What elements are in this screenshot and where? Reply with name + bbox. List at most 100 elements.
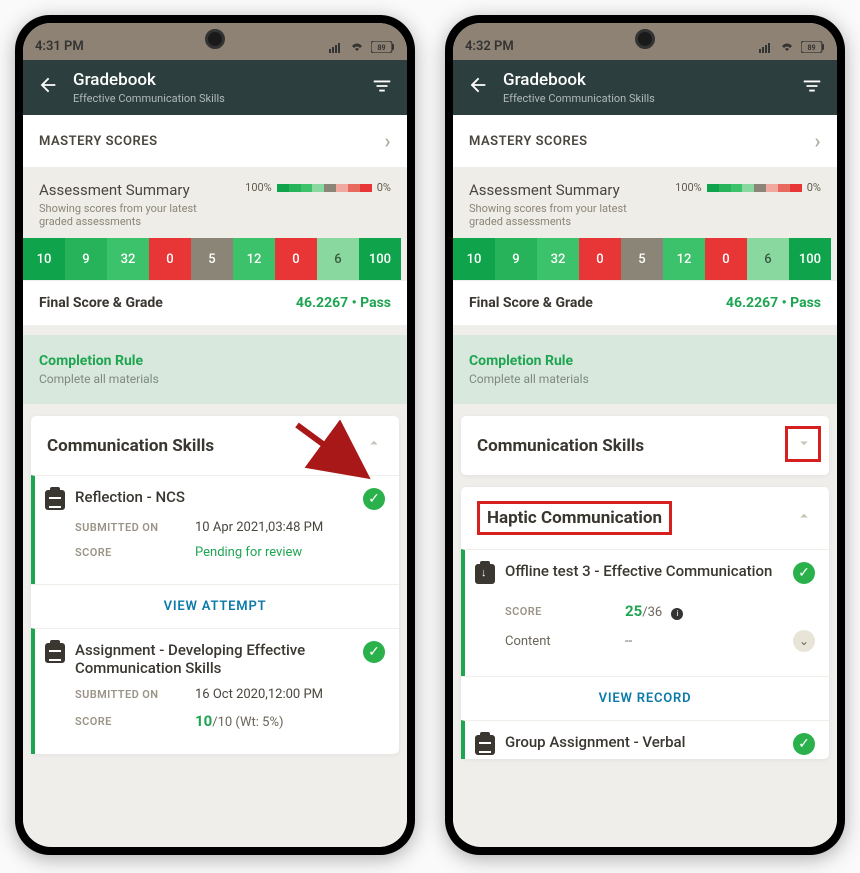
summary-desc: Showing scores from your latest graded a… (39, 202, 199, 228)
score-cell[interactable]: 10 (23, 238, 65, 280)
score-cell[interactable]: 100 (789, 238, 831, 280)
wifi-icon (779, 41, 795, 53)
view-record-link[interactable]: VIEW RECORD (461, 676, 829, 720)
content-value: -- (625, 634, 793, 649)
signal-icon (329, 41, 343, 53)
score-cell[interactable]: 32 (537, 238, 579, 280)
mastery-scores-row[interactable]: MASTERY SCORES › (453, 115, 837, 167)
svg-text:89: 89 (377, 44, 385, 52)
completion-title: Completion Rule (469, 353, 821, 369)
section-title: Communication Skills (47, 436, 214, 456)
score-cell[interactable]: 5 (191, 238, 233, 280)
score-cell[interactable]: 6 (317, 238, 359, 280)
section-header[interactable]: Haptic Communication (461, 487, 829, 549)
score-cell[interactable]: 6 (747, 238, 789, 280)
score-label: SCORE (75, 715, 195, 728)
section-card: Haptic Communication Offline test 3 - Ef… (461, 487, 829, 759)
app-header: Gradebook Effective Communication Skills (23, 60, 407, 115)
legend-min: 0% (377, 181, 391, 194)
assignment-icon (475, 735, 495, 755)
score-cell[interactable]: 12 (233, 238, 275, 280)
item-title: Reflection - NCS (75, 488, 353, 506)
list-item[interactable]: Offline test 3 - Effective Communication… (461, 549, 829, 676)
assignment-icon (45, 643, 65, 663)
score-value: 10/10 (Wt: 5%) (195, 712, 385, 730)
final-score-label: Final Score & Grade (39, 295, 163, 311)
content-area[interactable]: MASTERY SCORES › Assessment Summary Show… (453, 115, 837, 844)
submitted-value: 16 Oct 2020,12:00 PM (195, 687, 385, 702)
assessment-summary: Assessment Summary Showing scores from y… (453, 167, 837, 238)
score-strip[interactable]: 10932051206100 (23, 238, 407, 280)
completion-rule-block: Completion Rule Complete all materials (23, 335, 407, 404)
mastery-label: MASTERY SCORES (469, 134, 588, 149)
score-legend: 100% 0% (675, 181, 821, 194)
final-score-row: Final Score & Grade 46.2267 • Pass (453, 281, 837, 325)
status-icons: 89 (759, 41, 825, 53)
score-cell[interactable]: 9 (495, 238, 537, 280)
content-area[interactable]: MASTERY SCORES › Assessment Summary Show… (23, 115, 407, 844)
section-header[interactable]: Communication Skills (461, 416, 829, 475)
chevron-right-icon: › (814, 129, 821, 153)
section-title: Communication Skills (477, 436, 644, 456)
score-cell[interactable]: 0 (579, 238, 621, 280)
score-legend: 100% 0% (245, 181, 391, 194)
score-cell[interactable]: 0 (275, 238, 317, 280)
header-titles: Gradebook Effective Communication Skills (73, 70, 357, 105)
section-card: Communication Skills Reflection - NCS ✓ … (31, 416, 399, 754)
completion-desc: Complete all materials (39, 372, 391, 386)
status-time: 4:31 PM (35, 39, 84, 54)
header-titles: Gradebook Effective Communication Skills (503, 70, 787, 105)
check-icon: ✓ (793, 733, 815, 755)
score-strip[interactable]: 10932051206100 (453, 238, 837, 280)
app-header: Gradebook Effective Communication Skills (453, 60, 837, 115)
list-item[interactable]: Reflection - NCS ✓ SUBMITTED ON 10 Apr 2… (31, 475, 399, 584)
chevron-right-icon: › (384, 129, 391, 153)
summary-title: Assessment Summary (469, 181, 629, 199)
expand-down-icon[interactable]: ⌄ (793, 630, 815, 652)
score-cell[interactable]: 9 (65, 238, 107, 280)
legend-max: 100% (675, 181, 702, 194)
score-cell[interactable]: 5 (621, 238, 663, 280)
score-cell[interactable]: 0 (705, 238, 747, 280)
list-item[interactable]: Group Assignment - Verbal ✓ (461, 720, 829, 759)
filter-icon[interactable] (801, 75, 823, 101)
list-item[interactable]: Assignment - Developing Effective Commun… (31, 628, 399, 754)
final-score-label: Final Score & Grade (469, 295, 593, 311)
phone-camera-notch (205, 29, 225, 49)
score-cell[interactable]: 32 (107, 238, 149, 280)
status-icons: 89 (329, 41, 395, 53)
assessment-summary: Assessment Summary Showing scores from y… (23, 167, 407, 238)
mastery-label: MASTERY SCORES (39, 134, 158, 149)
page-title: Gradebook (73, 70, 357, 90)
back-arrow-icon[interactable] (37, 74, 59, 102)
annotation-highlight-chevron (785, 426, 821, 462)
score-value: Pending for review (195, 545, 385, 560)
score-cell[interactable]: 0 (149, 238, 191, 280)
legend-gradient (707, 184, 802, 192)
final-score-value: 46.2267 • Pass (296, 295, 391, 311)
item-title: Group Assignment - Verbal (505, 733, 783, 751)
chevron-up-icon (365, 434, 383, 457)
info-icon[interactable]: i (671, 608, 683, 620)
status-time: 4:32 PM (465, 39, 514, 54)
svg-text:89: 89 (807, 44, 815, 52)
mastery-scores-row[interactable]: MASTERY SCORES › (23, 115, 407, 167)
filter-icon[interactable] (371, 75, 393, 101)
phone-frame-left: 4:31 PM 89 Gradebook Effective Communica… (15, 15, 415, 855)
item-title: Offline test 3 - Effective Communication (505, 562, 783, 580)
submitted-label: SUBMITTED ON (75, 688, 195, 701)
phone-screen: 4:32 PM 89 Gradebook Effective Communica… (453, 23, 837, 847)
back-arrow-icon[interactable] (467, 74, 489, 102)
section-header[interactable]: Communication Skills (31, 416, 399, 475)
completion-rule-block: Completion Rule Complete all materials (453, 335, 837, 404)
check-icon: ✓ (363, 641, 385, 663)
score-cell[interactable]: 10 (453, 238, 495, 280)
item-title: Assignment - Developing Effective Commun… (75, 641, 353, 677)
view-attempt-link[interactable]: VIEW ATTEMPT (31, 584, 399, 628)
phone-screen: 4:31 PM 89 Gradebook Effective Communica… (23, 23, 407, 847)
submitted-label: SUBMITTED ON (75, 521, 195, 534)
legend-gradient (277, 184, 372, 192)
score-cell[interactable]: 100 (359, 238, 401, 280)
phone-frame-right: 4:32 PM 89 Gradebook Effective Communica… (445, 15, 845, 855)
score-cell[interactable]: 12 (663, 238, 705, 280)
